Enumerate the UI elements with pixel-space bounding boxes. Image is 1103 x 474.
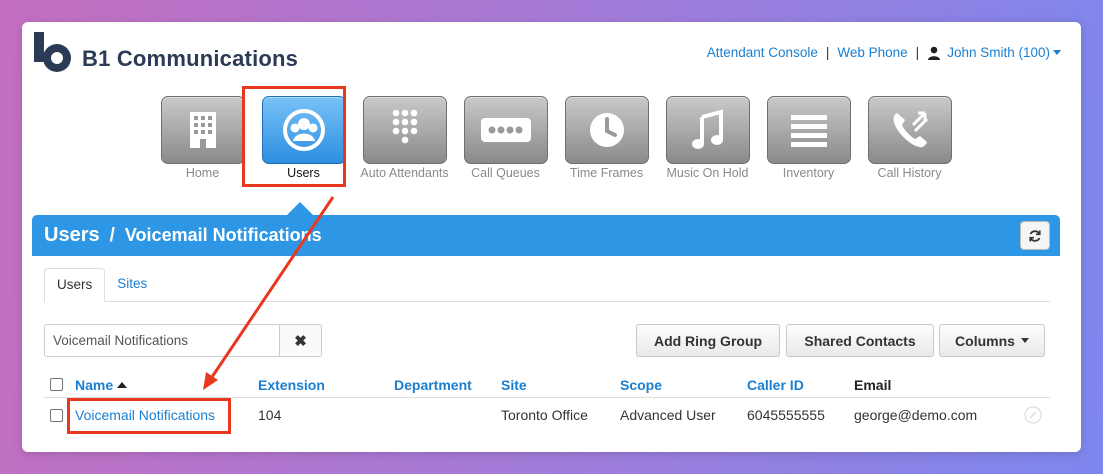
nav-time-frames[interactable]: Time Frames <box>556 96 657 180</box>
refresh-icon <box>1029 229 1041 242</box>
list-icon <box>790 115 827 147</box>
user-name: John Smith (100) <box>947 45 1050 60</box>
phone-history-icon <box>893 111 928 148</box>
clear-search-button[interactable]: ✖ <box>279 324 322 357</box>
page-title: Voicemail Notifications <box>124 225 322 245</box>
nav-home[interactable]: Home <box>152 96 253 180</box>
music-note-icon <box>691 109 723 149</box>
cell-caller-id: 6045555555 <box>747 407 825 423</box>
col-caller-id[interactable]: Caller ID <box>747 372 804 397</box>
cell-email: george@demo.com <box>854 407 978 423</box>
person-icon <box>928 46 941 60</box>
name-highlight-box <box>67 398 231 434</box>
refresh-button[interactable] <box>1020 221 1050 250</box>
nav-auto-attendants[interactable]: Auto Attendants <box>354 96 455 180</box>
nav-label: Time Frames <box>569 166 644 180</box>
nav-call-history[interactable]: Call History <box>859 96 960 180</box>
close-icon: ✖ <box>294 332 307 350</box>
users-highlight-box <box>242 86 346 187</box>
nav-label: Inventory <box>782 166 835 180</box>
col-site[interactable]: Site <box>501 372 527 397</box>
row-checkbox[interactable] <box>50 408 63 422</box>
logo[interactable]: B1 Communications <box>32 32 298 74</box>
header-label: Name <box>75 376 114 393</box>
button-label: Add Ring Group <box>653 332 763 349</box>
link-icon[interactable] <box>1024 398 1042 432</box>
tab-bar: Users Sites <box>44 268 1050 302</box>
col-extension[interactable]: Extension <box>258 372 325 397</box>
brand-name: B1 Communications <box>82 46 299 71</box>
nav-inventory[interactable]: Inventory <box>758 96 859 180</box>
app-window: B1 Communications Attendant Console | We… <box>22 22 1081 452</box>
nav-music-on-hold[interactable]: Music On Hold <box>657 96 758 180</box>
breadcrumb-separator: / <box>109 224 115 246</box>
shared-contacts-button[interactable]: Shared Contacts <box>786 324 934 357</box>
nav-label: Home <box>185 166 220 180</box>
building-icon <box>189 112 216 148</box>
select-all-checkbox[interactable] <box>50 378 63 391</box>
search-input[interactable]: Voicemail Notifications <box>44 324 280 357</box>
breadcrumb-section[interactable]: Users <box>44 224 100 247</box>
divider: | <box>915 45 920 60</box>
attendant-console-link[interactable]: Attendant Console <box>707 45 818 60</box>
active-nav-pointer <box>287 202 313 215</box>
col-department[interactable]: Department <box>394 372 472 397</box>
page-header-bar: Users / Voicemail Notifications <box>32 215 1060 256</box>
tab-users[interactable]: Users <box>44 268 106 302</box>
button-label: Columns <box>955 332 1015 349</box>
nav-label: Call Queues <box>471 166 540 180</box>
top-links: Attendant Console | Web Phone | John Smi… <box>707 45 1061 60</box>
add-ring-group-button[interactable]: Add Ring Group <box>636 324 780 357</box>
cell-extension: 104 <box>258 407 282 423</box>
nav-label: Call History <box>877 166 942 180</box>
sort-ascending-icon <box>117 381 128 388</box>
button-label: Shared Contacts <box>804 332 916 349</box>
b1-logo-icon <box>34 32 71 72</box>
col-email: Email <box>854 376 892 393</box>
user-menu[interactable]: John Smith (100) <box>927 45 1061 60</box>
cell-scope: Advanced User <box>620 407 716 423</box>
keypad-icon <box>392 109 417 144</box>
col-scope[interactable]: Scope <box>620 372 662 397</box>
dots-icon <box>480 118 531 142</box>
chevron-down-icon <box>1053 50 1061 55</box>
clock-icon <box>589 113 624 147</box>
divider: | <box>825 45 830 60</box>
cell-site: Toronto Office <box>501 407 588 423</box>
chevron-down-icon <box>1020 338 1029 343</box>
web-phone-link[interactable]: Web Phone <box>837 45 907 60</box>
tab-sites[interactable]: Sites <box>105 268 159 302</box>
nav-label: Auto Attendants <box>360 166 449 180</box>
col-name[interactable]: Name <box>75 372 128 397</box>
nav-label: Music On Hold <box>666 166 749 180</box>
nav-call-queues[interactable]: Call Queues <box>455 96 556 180</box>
columns-dropdown[interactable]: Columns <box>939 324 1045 357</box>
table-header: Name Extension Department Site Scope Cal… <box>44 372 1050 398</box>
